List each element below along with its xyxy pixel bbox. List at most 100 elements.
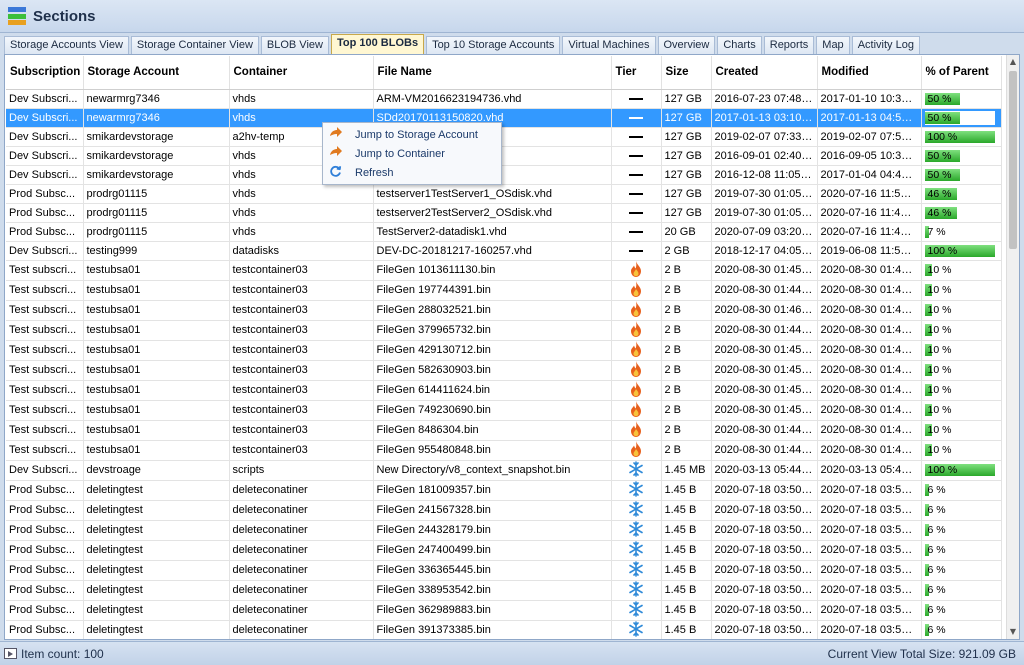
container-cell: testcontainer03 — [229, 400, 374, 421]
column-header-tier[interactable]: Tier — [611, 56, 662, 90]
table-row[interactable]: Prod Subsc... deletingtest deleteconatiner… — [6, 620, 1002, 639]
table-row[interactable]: Prod Subsc... deletingtest deleteconatiner… — [6, 600, 1002, 621]
column-header-container[interactable]: Container — [229, 56, 374, 90]
table-row[interactable]: Dev Subscri... newarmrg7346 vhds ARM-VM2016… — [6, 89, 1002, 109]
container-cell: deleteconatiner — [229, 560, 374, 581]
no-tier-dash-icon — [629, 154, 643, 157]
column-header--of-parent[interactable]: % of Parent — [921, 56, 1002, 90]
percent-of-parent-cell: 6 % — [921, 560, 1002, 581]
scroll-thumb[interactable] — [1009, 71, 1017, 249]
subscription-cell: Dev Subscri... — [6, 89, 84, 109]
tab-reports[interactable]: Reports — [763, 36, 815, 54]
table-row[interactable]: Dev Subscri... devstroage scripts New Direc… — [6, 460, 1002, 481]
table-row[interactable]: Test subscri... testubsa01 testcontainer03… — [6, 280, 1002, 301]
table-row[interactable]: Prod Subsc... deletingtest deleteconatiner… — [6, 520, 1002, 541]
scroll-down-arrow-icon[interactable]: ▼ — [1007, 625, 1019, 639]
container-cell: testcontainer03 — [229, 300, 374, 321]
percent-of-parent-cell: 10 % — [921, 340, 1002, 361]
storage-account-cell: newarmrg7346 — [83, 89, 230, 109]
percent-of-parent-cell: 50 % — [921, 89, 1002, 109]
percent-of-parent-cell: 6 % — [921, 500, 1002, 521]
table-row[interactable]: Prod Subsc... deletingtest deleteconatiner… — [6, 500, 1002, 521]
table-row[interactable]: Test subscri... testubsa01 testcontainer03… — [6, 400, 1002, 421]
file-name-cell: testserver2TestServer2_OSdisk.vhd — [373, 203, 612, 223]
size-cell: 1.45 B — [661, 580, 712, 601]
size-cell: 127 GB — [661, 127, 712, 147]
table-row[interactable]: Prod Subsc... deletingtest deleteconatiner… — [6, 580, 1002, 601]
modified-cell: 2019-06-08 11:55:... — [817, 241, 922, 261]
scroll-up-arrow-icon[interactable]: ▲ — [1007, 55, 1019, 69]
table-row[interactable]: Prod Subsc... prodrg01115 vhds testserver2T… — [6, 203, 1002, 223]
container-cell: vhds — [229, 89, 374, 109]
table-row[interactable]: Test subscri... testubsa01 testcontainer03… — [6, 380, 1002, 401]
column-header-subscription[interactable]: Subscription — [6, 56, 84, 90]
percent-label: 6 % — [927, 504, 946, 516]
table-row[interactable]: Dev Subscri... testing999 datadisks DEV-DC-… — [6, 241, 1002, 261]
tier-cell — [611, 300, 662, 321]
container-cell: deleteconatiner — [229, 520, 374, 541]
tier-cell — [611, 360, 662, 381]
menu-item-jump-to-container[interactable]: Jump to Container — [323, 144, 501, 163]
table-row[interactable]: Test subscri... testubsa01 testcontainer03… — [6, 300, 1002, 321]
modified-cell: 2020-07-18 03:50:... — [817, 620, 922, 639]
cool-tier-snowflake-icon — [628, 560, 644, 580]
tab-top-10-storage-accounts[interactable]: Top 10 Storage Accounts — [426, 36, 561, 54]
table-row[interactable]: Prod Subsc... prodrg01115 vhds testserver1T… — [6, 184, 1002, 204]
tab-map[interactable]: Map — [816, 36, 850, 54]
table-row[interactable]: Dev Subscri... smikardevstorage a2hv-temp 1… — [6, 127, 1002, 147]
table-row[interactable]: Test subscri... testubsa01 testcontainer03… — [6, 260, 1002, 281]
subscription-cell: Test subscri... — [6, 280, 84, 301]
tab-top-100-blobs[interactable]: Top 100 BLOBs — [330, 34, 425, 54]
percent-label: 6 % — [927, 544, 946, 556]
modified-cell: 2020-08-30 01:45:... — [817, 260, 922, 281]
table-row[interactable]: Prod Subsc... prodrg01115 vhds TestServer2-… — [6, 222, 1002, 242]
tab-storage-container-view[interactable]: Storage Container View — [130, 36, 259, 54]
table-row[interactable]: Test subscri... testubsa01 testcontainer03… — [6, 440, 1002, 461]
hot-tier-flame-icon — [630, 440, 642, 460]
column-header-size[interactable]: Size — [661, 56, 712, 90]
tab-virtual-machines[interactable]: Virtual Machines — [562, 36, 656, 54]
tab-charts[interactable]: Charts — [717, 36, 762, 54]
created-cell: 2020-07-18 03:50:11 — [711, 480, 818, 501]
tier-cell — [611, 203, 662, 223]
file-name-cell: FileGen 582630903.bin — [373, 360, 612, 381]
percent-label: 6 % — [927, 564, 946, 576]
size-cell: 127 GB — [661, 184, 712, 204]
column-header-created[interactable]: Created — [711, 56, 818, 90]
container-cell: deleteconatiner — [229, 580, 374, 601]
tab-activity-log[interactable]: Activity Log — [851, 36, 920, 54]
table-row[interactable]: Dev Subscri...smikardevstoragevhds424.vh… — [6, 165, 1002, 185]
size-cell: 2 B — [661, 300, 712, 321]
table-row[interactable]: Dev Subscri... newarmrg7346 vhds SDd2017011… — [6, 108, 1002, 128]
column-header-storage-account[interactable]: Storage Account — [83, 56, 230, 90]
cool-tier-snowflake-icon — [628, 480, 644, 500]
menu-item-jump-to-storage-account[interactable]: Jump to Storage Account — [323, 125, 501, 144]
percent-of-parent-cell: 6 % — [921, 480, 1002, 501]
table-row[interactable]: Prod Subsc... deletingtest deleteconatiner… — [6, 560, 1002, 581]
tab-blob-view[interactable]: BLOB View — [260, 36, 329, 54]
table-row[interactable]: Dev Subscri...smikardevstoragevhds5.vhd1… — [6, 146, 1002, 166]
vertical-scrollbar[interactable]: ▲ ▼ — [1006, 55, 1019, 639]
storage-account-cell: testubsa01 — [83, 300, 230, 321]
percent-label: 7 % — [927, 225, 946, 238]
table-row[interactable]: Prod Subsc... deletingtest deleteconatiner… — [6, 540, 1002, 561]
percent-of-parent-cell: 10 % — [921, 400, 1002, 421]
no-tier-dash-icon — [629, 211, 643, 214]
menu-item-refresh[interactable]: Refresh — [323, 163, 501, 182]
subscription-cell: Prod Subsc... — [6, 620, 84, 639]
cool-tier-snowflake-icon — [628, 540, 644, 560]
table-row[interactable]: Prod Subsc... deletingtest deleteconatiner… — [6, 480, 1002, 501]
tab-overview[interactable]: Overview — [657, 36, 716, 54]
file-name-cell: FileGen 241567328.bin — [373, 500, 612, 521]
tier-cell — [611, 520, 662, 541]
table-row[interactable]: Test subscri... testubsa01 testcontainer03… — [6, 360, 1002, 381]
column-header-modified[interactable]: Modified — [817, 56, 922, 90]
subscription-cell: Dev Subscri... — [6, 460, 84, 481]
table-row[interactable]: Test subscri... testubsa01 testcontainer03… — [6, 320, 1002, 341]
tab-storage-accounts-view[interactable]: Storage Accounts View — [4, 36, 129, 54]
table-row[interactable]: Test subscri... testubsa01 testcontainer03… — [6, 340, 1002, 361]
table-row[interactable]: Test subscri... testubsa01 testcontainer03… — [6, 420, 1002, 441]
percent-bar: 50 % — [924, 92, 995, 106]
column-header-file-name[interactable]: File Name — [373, 56, 612, 90]
percent-label: 6 % — [927, 524, 946, 536]
